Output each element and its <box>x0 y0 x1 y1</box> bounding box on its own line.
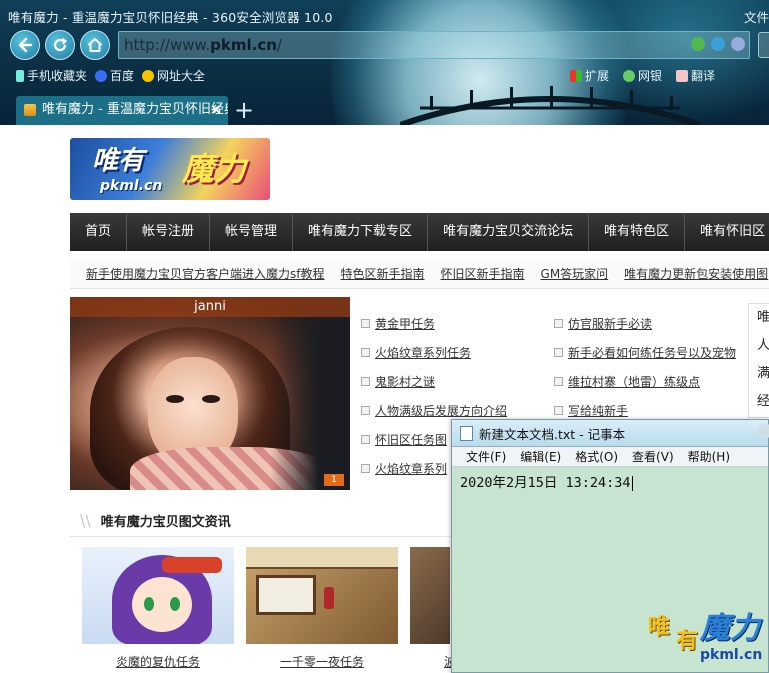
article-list-right: 仿官服新手必读 新手必看如何练任务号以及宠物 维拉村寨（地雷）练级点 写给纯新手 <box>554 309 736 425</box>
window-file-menu[interactable]: 文件 <box>744 7 769 26</box>
subnav-link[interactable]: 特色区新手指南 <box>340 265 424 282</box>
address-prefix: http://www. <box>124 36 211 54</box>
list-item: 黄金甲任务 <box>361 309 507 338</box>
window-title: 唯有魔力 - 重温魔力宝贝怀旧经典 - 360安全浏览器 10.0 <box>8 10 333 25</box>
bullet-icon <box>361 348 370 357</box>
plus-circle-icon <box>142 69 155 82</box>
bullet-icon <box>554 348 563 357</box>
bullet-icon <box>554 406 563 415</box>
bookmark-baidu[interactable]: 百度 <box>95 67 134 84</box>
bullet-icon <box>554 377 563 386</box>
address-suffix: / <box>276 36 282 54</box>
feature-photo[interactable]: janni 1 <box>70 297 350 490</box>
bookmark-directory[interactable]: 网址大全 <box>142 67 205 84</box>
header-bridge-art <box>400 86 700 125</box>
baidu-icon <box>95 69 108 82</box>
arrow-left-icon <box>18 37 33 53</box>
bullet-icon <box>361 435 370 444</box>
site-logo[interactable]: 唯有 魔力 pkml.cn <box>70 138 270 200</box>
bookmark-mobile[interactable]: 手机收藏夹 <box>16 67 87 84</box>
main-nav: 首页 帐号注册 帐号管理 唯有魔力下载专区 唯有魔力宝贝交流论坛 唯有特色区 唯… <box>70 213 769 251</box>
site-favicon-icon <box>24 104 36 116</box>
dropdown-icon[interactable] <box>731 37 745 51</box>
refresh-button[interactable] <box>45 30 75 60</box>
extensions-button[interactable]: 扩展 <box>570 67 609 84</box>
sidebar-toggle-button[interactable] <box>758 32 769 58</box>
document-icon <box>460 425 473 441</box>
right-info-box: 唯 人 满 经 <box>748 303 769 418</box>
phone-icon <box>16 69 24 82</box>
translate-button[interactable]: 翻译 <box>676 67 715 84</box>
bullet-icon <box>361 377 370 386</box>
thumbnail-image[interactable] <box>410 547 450 644</box>
browser-chrome: 唯有魔力 - 重温魔力宝贝怀旧经典 - 360安全浏览器 10.0 文件 htt… <box>0 0 769 125</box>
new-tab-button[interactable]: + <box>234 96 254 124</box>
section-title: 唯有魔力宝贝图文资讯 <box>100 515 231 530</box>
nav-item-account[interactable]: 帐号管理 <box>210 213 294 251</box>
translate-icon <box>676 69 689 82</box>
slide-indicator[interactable]: 1 <box>324 474 344 486</box>
menu-format[interactable]: 格式(O) <box>575 448 618 465</box>
browser-tab[interactable]: 唯有魔力 - 重温魔力宝贝怀旧经典 × <box>16 96 228 125</box>
yen-icon <box>623 69 636 82</box>
bullet-icon <box>361 406 370 415</box>
notepad-content: 2020年2月15日 13:24:34 <box>460 475 631 491</box>
tab-title: 唯有魔力 - 重温魔力宝贝怀旧经典 <box>42 102 228 117</box>
thumbnail-image[interactable] <box>246 547 398 644</box>
site-watermark-logo: 唯 有 魔力 pkml.cn <box>648 611 763 663</box>
notepad-window: 新建文本文档.txt - 记事本 文件(F) 编辑(E) 格式(O) 查看(V)… <box>451 419 769 673</box>
window-control-icon[interactable] <box>758 424 769 438</box>
thumbnail-caption[interactable]: 炎魔的复仇任务 <box>82 653 234 670</box>
lightning-icon[interactable] <box>711 37 725 51</box>
nav-item-home[interactable]: 首页 <box>70 213 128 251</box>
thumbnail-caption[interactable]: 一千零一夜任务 <box>246 653 398 670</box>
bullet-icon <box>361 464 370 473</box>
bullet-icon <box>361 319 370 328</box>
subnav-link[interactable]: 怀旧区新手指南 <box>441 265 525 282</box>
notepad-menubar: 文件(F) 编辑(E) 格式(O) 查看(V) 帮助(H) <box>452 447 768 467</box>
subnav-link[interactable]: 新手使用魔力宝贝官方客户端进入魔力sf教程 <box>86 265 324 282</box>
thumbnail-image[interactable] <box>82 547 234 644</box>
subnav-link[interactable]: 唯有魔力更新包安装使用图 <box>624 265 768 282</box>
list-item: 鬼影村之谜 <box>361 367 507 396</box>
list-item: 火焰纹章系列任务 <box>361 338 507 367</box>
section-slash-icon: \\ <box>80 511 91 530</box>
home-icon <box>87 38 103 52</box>
netbank-button[interactable]: 网银 <box>623 67 662 84</box>
list-item: 维拉村寨（地雷）练级点 <box>554 367 736 396</box>
text-caret <box>631 475 633 491</box>
menu-edit[interactable]: 编辑(E) <box>520 448 561 465</box>
nav-item-register[interactable]: 帐号注册 <box>127 213 211 251</box>
address-bar[interactable]: http://www.pkml.cn/ <box>118 31 750 59</box>
tab-close-button[interactable]: × <box>210 96 222 124</box>
back-button[interactable] <box>10 30 40 60</box>
bullet-icon <box>554 319 563 328</box>
extension-icon <box>570 69 582 82</box>
address-domain: pkml.cn <box>210 36 277 54</box>
home-button[interactable] <box>80 30 110 60</box>
notepad-title: 新建文本文档.txt - 记事本 <box>479 426 626 442</box>
refresh-icon <box>53 38 68 52</box>
feature-caption: janni <box>70 297 350 317</box>
subnav-link[interactable]: GM答玩家问 <box>541 265 609 282</box>
sub-nav: 新手使用魔力宝贝官方客户端进入魔力sf教程 特色区新手指南 怀旧区新手指南 GM… <box>70 259 769 289</box>
list-item: 新手必看如何练任务号以及宠物 <box>554 338 736 367</box>
nav-item-special[interactable]: 唯有特色区 <box>589 213 686 251</box>
list-item: 仿官服新手必读 <box>554 309 736 338</box>
section-header: \\ 唯有魔力宝贝图文资讯 <box>70 505 455 537</box>
toolbar-right: 扩展 网银 翻译 <box>570 67 715 84</box>
menu-view[interactable]: 查看(V) <box>632 448 674 465</box>
security-shield-icon[interactable] <box>691 37 705 51</box>
bookmarks-bar: 手机收藏夹 百度 网址大全 <box>16 67 205 84</box>
nav-item-classic[interactable]: 唯有怀旧区 <box>685 213 769 251</box>
menu-file[interactable]: 文件(F) <box>466 448 506 465</box>
notepad-titlebar[interactable]: 新建文本文档.txt - 记事本 <box>452 420 769 447</box>
menu-help[interactable]: 帮助(H) <box>688 448 730 465</box>
nav-item-forum[interactable]: 唯有魔力宝贝交流论坛 <box>428 213 590 251</box>
nav-item-download[interactable]: 唯有魔力下载专区 <box>293 213 429 251</box>
